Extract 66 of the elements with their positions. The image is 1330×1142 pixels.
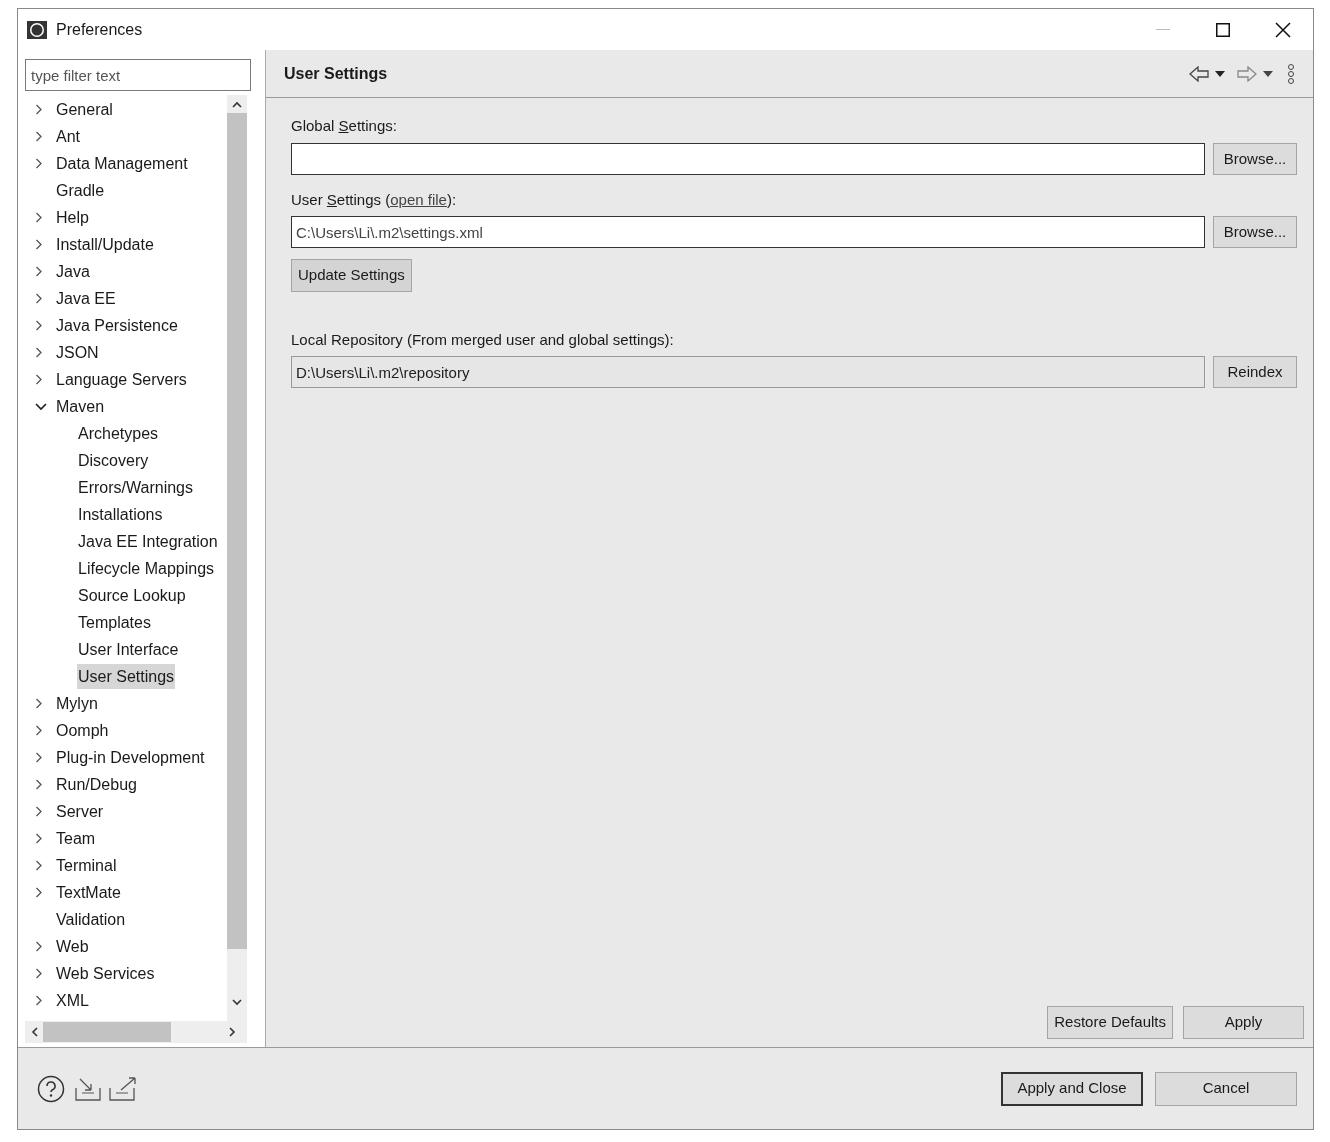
more-options-icon[interactable] [1287, 62, 1295, 85]
browse-button[interactable]: Browse... [1213, 143, 1297, 175]
minimize-icon [1156, 28, 1170, 31]
scrollbar-thumb[interactable] [43, 1022, 171, 1042]
maximize-icon [1216, 22, 1230, 37]
tree-item[interactable]: Language Servers [55, 367, 188, 392]
browse-button[interactable]: Browse... [1213, 216, 1297, 248]
tree-item[interactable]: Discovery [77, 448, 150, 473]
window-title: Preferences [56, 19, 143, 40]
tree-item[interactable]: Plug-in Development [55, 745, 206, 770]
horizontal-scrollbar[interactable] [25, 1021, 247, 1043]
tree-item[interactable]: Mylyn [55, 691, 99, 716]
tree-item[interactable]: Source Lookup [77, 583, 187, 608]
tree-item[interactable]: Team [55, 826, 97, 851]
tree-item[interactable]: General [55, 97, 114, 122]
cancel-button[interactable]: Cancel [1155, 1071, 1297, 1106]
tree-item[interactable]: Data Management [55, 151, 189, 176]
export-icon[interactable] [108, 1075, 138, 1102]
restore-defaults-button[interactable]: Restore Defaults [1047, 1006, 1173, 1039]
tree-item[interactable]: User Interface [77, 637, 180, 662]
tree-item[interactable]: Run/Debug [55, 772, 138, 797]
tree-item[interactable]: Gradle [55, 178, 106, 203]
tree-item[interactable]: Web [55, 934, 90, 959]
tree-item[interactable]: Oomph [55, 718, 110, 743]
tree-item[interactable]: Java EE [55, 286, 117, 311]
tree-item[interactable]: Install/Update [55, 232, 155, 257]
scroll-right-icon [228, 1027, 236, 1037]
tree-item[interactable]: JSON [55, 340, 100, 365]
tree-item[interactable]: Help [55, 205, 90, 230]
field-label: User Settings (open file): [291, 190, 458, 210]
tree-item[interactable]: Java Persistence [55, 313, 179, 338]
app-icon [26, 19, 48, 40]
tree-item[interactable]: Maven [55, 394, 106, 419]
tree-item[interactable]: Archetypes [77, 421, 160, 446]
dropdown-icon[interactable] [1263, 70, 1273, 77]
field-label: Local Repository (From merged user and global settings): [291, 330, 675, 350]
tree-item[interactable]: Installations [77, 502, 164, 527]
forward-arrow-icon[interactable] [1237, 65, 1257, 82]
tree-item[interactable]: Lifecycle Mappings [77, 556, 216, 581]
help-icon[interactable] [37, 1074, 65, 1103]
user-settings-field[interactable]: C:\Users\Li\.m2\settings.xml [291, 216, 1205, 248]
back-arrow-icon[interactable] [1189, 65, 1209, 82]
tree-item[interactable]: XML [55, 988, 90, 1013]
close-icon [1275, 21, 1291, 38]
update-settings-button[interactable]: Update Settings [291, 259, 412, 292]
apply-and-close-button[interactable]: Apply and Close [1001, 1071, 1143, 1106]
tree-item[interactable]: Templates [77, 610, 152, 635]
tree-item[interactable]: Validation [55, 907, 127, 932]
tree-item[interactable]: User Settings [77, 664, 176, 689]
tree-item[interactable]: Server [55, 799, 105, 824]
tree-item[interactable]: Web Services [55, 961, 156, 986]
filter-field[interactable]: type filter text [25, 59, 251, 91]
scroll-down-icon [232, 999, 242, 1006]
scroll-left-icon [30, 1027, 38, 1037]
tree-item[interactable]: Java EE Integration [77, 529, 219, 554]
dropdown-icon[interactable] [1215, 70, 1225, 77]
tree-item[interactable]: Java [55, 259, 91, 284]
field-label: Global Settings: [291, 116, 398, 136]
page-title: User Settings [284, 63, 388, 84]
apply-button[interactable]: Apply [1183, 1006, 1304, 1039]
tree-item[interactable]: Terminal [55, 853, 118, 878]
open-file-link[interactable]: open file [390, 191, 447, 208]
tree-item[interactable]: TextMate [55, 880, 122, 905]
global-settings-field[interactable] [291, 143, 1205, 175]
tree-item[interactable]: Errors/Warnings [77, 475, 194, 500]
tree-item[interactable]: Ant [55, 124, 81, 149]
